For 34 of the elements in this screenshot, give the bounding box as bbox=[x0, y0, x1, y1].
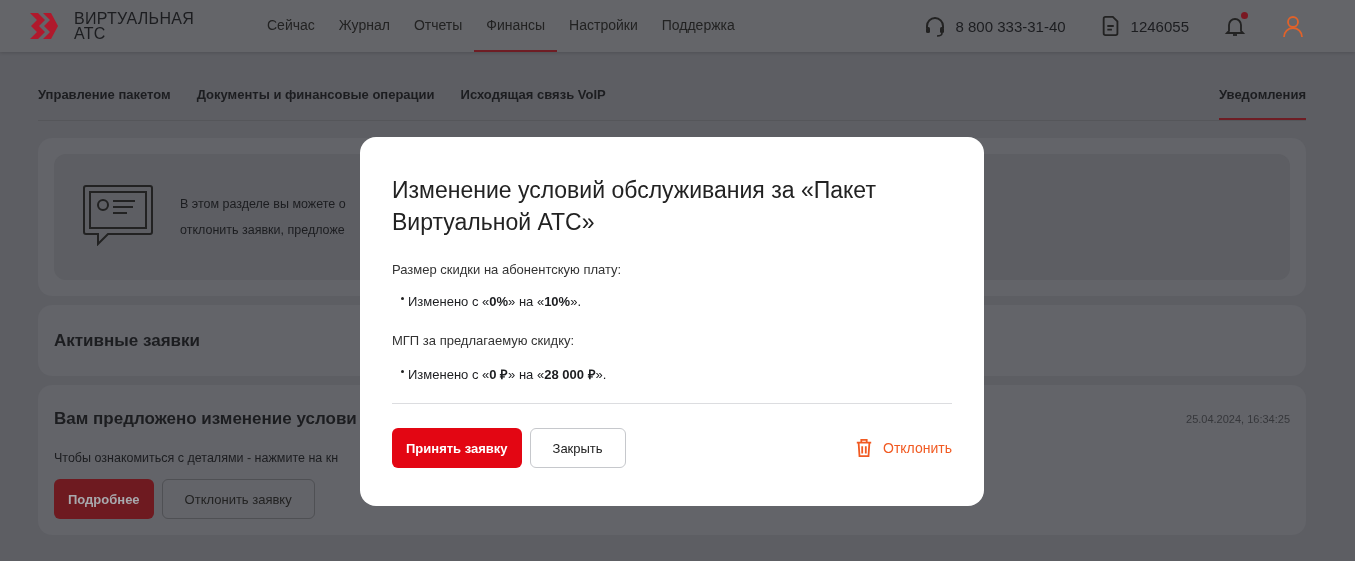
nav-tab[interactable]: Финансы bbox=[474, 0, 558, 52]
nav-tab[interactable]: Журнал bbox=[326, 0, 402, 52]
user-icon[interactable] bbox=[1281, 14, 1305, 38]
nav-tab[interactable]: Сейчас bbox=[255, 0, 327, 52]
accept-button[interactable]: Принять заявку bbox=[392, 428, 522, 468]
logo-text: ВИРТУАЛЬНАЯ АТС bbox=[74, 11, 195, 41]
request-title: Вам предложено изменение услови bbox=[54, 409, 357, 429]
section-tab[interactable]: Документы и финансовые операции bbox=[196, 87, 435, 120]
notifications-button[interactable] bbox=[1223, 14, 1247, 38]
info-text: отклонить заявки, предложе bbox=[180, 222, 346, 239]
section-tab[interactable]: Управление пакетом bbox=[38, 87, 171, 120]
section-tab[interactable]: Уведомления bbox=[1218, 87, 1306, 120]
change-label: МГП за предлагаемую скидку: bbox=[392, 333, 576, 348]
message-card-icon bbox=[82, 184, 154, 246]
change-label: Размер скидки на абонентскую плату: bbox=[392, 262, 623, 277]
trash-icon bbox=[855, 438, 874, 458]
bullet-icon bbox=[401, 297, 404, 300]
info-text: В этом разделе вы можете о bbox=[180, 196, 346, 213]
bullet-icon bbox=[401, 369, 404, 373]
dialog-title: Изменение условий обслуживания за «Пакет Виртуальной АТС» bbox=[392, 176, 877, 237]
details-button[interactable]: Подробнее bbox=[54, 479, 154, 519]
logo-icon bbox=[30, 11, 60, 41]
phone-number: 8 800 333-31-40 bbox=[955, 17, 1066, 35]
nav-tab[interactable]: Поддержка bbox=[649, 0, 747, 52]
decline-link[interactable]: Отклонить bbox=[855, 438, 952, 458]
decline-request-button[interactable]: Отклонить заявку bbox=[161, 479, 315, 519]
change-text: Изменено с «0 ₽» на «28 000 ₽». bbox=[408, 366, 607, 383]
change-text: Изменено с «0%» на «10%». bbox=[408, 294, 581, 309]
nav-tab[interactable]: Отчеты bbox=[401, 0, 475, 52]
section-title: Активные заявки bbox=[54, 330, 200, 351]
section-tab[interactable]: Исходящая связь VoIP bbox=[460, 87, 606, 120]
close-button[interactable]: Закрыть bbox=[529, 428, 626, 468]
account-number: 1246055 bbox=[1130, 17, 1189, 35]
nav-tab[interactable]: Настройки bbox=[557, 0, 650, 52]
